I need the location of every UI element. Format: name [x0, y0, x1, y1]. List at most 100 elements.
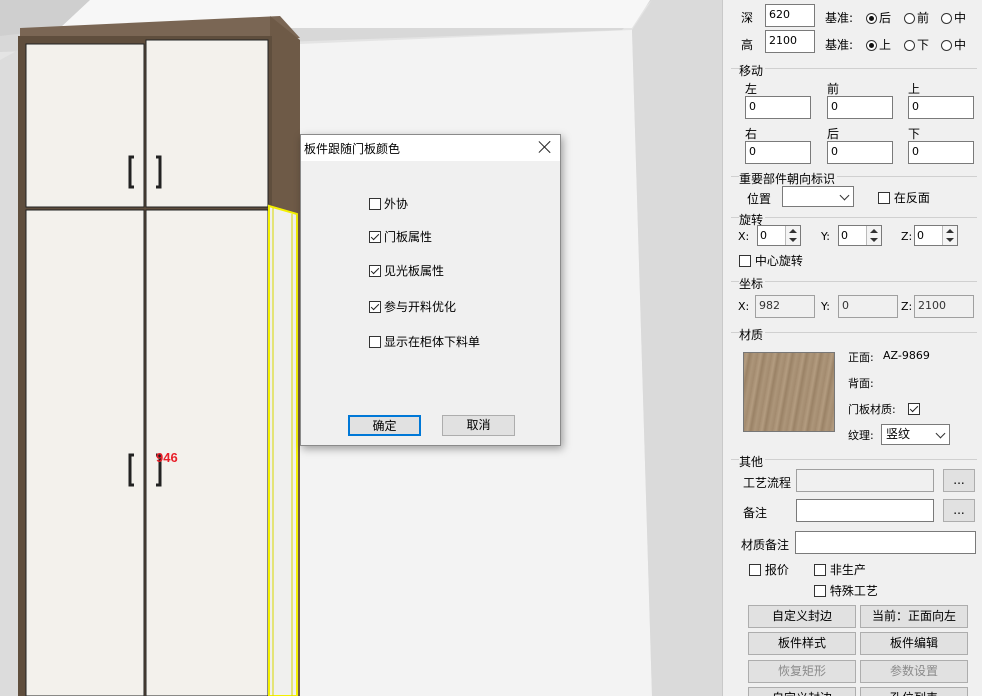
radio-height-top[interactable]: 上: [866, 36, 891, 53]
divider: [731, 281, 977, 282]
upper-right-door: [145, 39, 269, 208]
grain-label: 纹理:: [848, 429, 874, 442]
note-input[interactable]: [796, 499, 934, 522]
radio-icon[interactable]: [941, 40, 952, 51]
move-down-label: 下: [908, 127, 921, 141]
param-settings-button[interactable]: 参数设置: [860, 660, 968, 683]
height-input[interactable]: 2100: [765, 30, 815, 53]
door-color-dialog: 板件跟随门板颜色 外协 门板属性 见光板属性 参与开料优化 显示在柜体下料单 确…: [300, 134, 561, 446]
board-edit-button[interactable]: 板件编辑: [860, 632, 968, 655]
dialog-title: 板件跟随门板颜色: [304, 142, 401, 156]
non-production-checkbox[interactable]: 非生产: [814, 561, 866, 578]
coord-z-field: 2100: [914, 295, 974, 318]
checkbox-box[interactable]: [814, 564, 826, 576]
checkbox-box[interactable]: [749, 564, 761, 576]
checkbox-box[interactable]: [814, 585, 826, 597]
upper-left-door: [25, 43, 145, 208]
checkbox-show-in-list[interactable]: 显示在柜体下料单: [369, 333, 480, 350]
spin-buttons[interactable]: [785, 226, 800, 245]
coord-y-label: Y:: [821, 300, 830, 313]
special-process-checkbox[interactable]: 特殊工艺: [814, 582, 878, 599]
move-down-input[interactable]: 0: [908, 141, 974, 164]
close-icon[interactable]: [538, 140, 552, 154]
radio-icon[interactable]: [866, 13, 877, 24]
position-label: 位置: [747, 192, 772, 206]
reverse-checkbox[interactable]: 在反面: [878, 189, 930, 206]
divider: [731, 332, 977, 333]
divider: [731, 217, 977, 218]
custom-edge-button[interactable]: 自定义封边: [748, 605, 856, 628]
radio-depth-back[interactable]: 后: [866, 9, 891, 26]
radio-height-bottom[interactable]: 下: [904, 36, 929, 53]
checkbox-box[interactable]: [369, 198, 381, 210]
radio-icon[interactable]: [904, 40, 915, 51]
checkbox-cut-optimize[interactable]: 参与开料优化: [369, 298, 456, 315]
process-browse-button[interactable]: ...: [943, 469, 975, 492]
checkbox-box[interactable]: [369, 301, 381, 313]
quote-checkbox[interactable]: 报价: [749, 561, 789, 578]
move-left-input[interactable]: 0: [745, 96, 811, 119]
move-back-label: 后: [827, 127, 840, 141]
height-label: 高: [741, 38, 754, 52]
spin-buttons[interactable]: [866, 226, 881, 245]
3d-viewport[interactable]: 946 板件跟随门板颜色 外协 门板属性 见光板属性 参与开料优化 显示在柜体下…: [0, 0, 722, 696]
material-note-input[interactable]: [795, 531, 976, 554]
move-up-input[interactable]: 0: [908, 96, 974, 119]
center-rotate-checkbox[interactable]: 中心旋转: [739, 252, 803, 269]
coord-z-label: Z:: [901, 300, 913, 313]
rotate-z-label: Z:: [901, 230, 913, 243]
property-panel: 深 620 基准: 后 前 中 高 2100 基准: 上 下 中 移动 左 前 …: [722, 0, 982, 696]
radio-depth-center[interactable]: 中: [941, 9, 966, 26]
radio-icon[interactable]: [866, 40, 877, 51]
material-note-label: 材质备注: [741, 538, 790, 552]
back-material-label: 背面:: [848, 377, 874, 390]
coord-y-field: 0: [838, 295, 898, 318]
board-style-button[interactable]: 板件样式: [748, 632, 856, 655]
door-material-checkbox[interactable]: [908, 403, 920, 415]
move-back-input[interactable]: 0: [827, 141, 893, 164]
ok-button[interactable]: 确定: [348, 415, 421, 436]
move-front-input[interactable]: 0: [827, 96, 893, 119]
spin-buttons[interactable]: [942, 226, 957, 245]
depth-label: 深: [741, 11, 754, 25]
checkbox-outsource[interactable]: 外协: [369, 195, 408, 212]
coord-x-label: X:: [738, 300, 750, 313]
height-base-label: 基准:: [825, 38, 854, 52]
move-right-input[interactable]: 0: [745, 141, 811, 164]
checkbox-visible-panel[interactable]: 见光板属性: [369, 262, 444, 279]
radio-height-center[interactable]: 中: [941, 36, 966, 53]
front-material-value: AZ-9869: [883, 349, 930, 362]
bottom-left-button[interactable]: 自定义封边: [748, 687, 856, 696]
checkbox-box[interactable]: [369, 265, 381, 277]
current-direction-button[interactable]: 当前：正面向左: [860, 605, 968, 628]
radio-icon[interactable]: [904, 13, 915, 24]
front-material-label: 正面:: [848, 351, 874, 364]
orient-group-title: 重要部件朝向标识: [739, 170, 838, 187]
rotate-x-stepper[interactable]: 0: [757, 225, 801, 246]
position-select[interactable]: [782, 186, 854, 207]
radio-icon[interactable]: [941, 13, 952, 24]
bottom-right-button[interactable]: 孔位列表: [860, 687, 968, 696]
process-label: 工艺流程: [743, 476, 792, 490]
rotate-x-label: X:: [738, 230, 750, 243]
chevron-down-icon: [839, 190, 850, 201]
checkbox-door-property[interactable]: 门板属性: [369, 228, 432, 245]
material-swatch[interactable]: [743, 352, 835, 432]
depth-input[interactable]: 620: [765, 4, 815, 27]
rotate-y-stepper[interactable]: 0: [838, 225, 882, 246]
checkbox-box[interactable]: [739, 255, 751, 267]
checkbox-box[interactable]: [878, 192, 890, 204]
dialog-titlebar[interactable]: 板件跟随门板颜色: [301, 135, 560, 161]
grain-select[interactable]: 竖纹: [881, 424, 950, 445]
rotate-y-label: Y:: [821, 230, 830, 243]
restore-rect-button[interactable]: 恢复矩形: [748, 660, 856, 683]
note-browse-button[interactable]: ...: [943, 499, 975, 522]
cancel-button[interactable]: 取消: [442, 415, 515, 436]
other-group-title: 其他: [739, 453, 766, 470]
divider: [731, 68, 977, 69]
rotate-z-stepper[interactable]: 0: [914, 225, 958, 246]
move-group-title: 移动: [739, 62, 766, 79]
checkbox-box[interactable]: [369, 231, 381, 243]
checkbox-box[interactable]: [369, 336, 381, 348]
radio-depth-front[interactable]: 前: [904, 9, 929, 26]
